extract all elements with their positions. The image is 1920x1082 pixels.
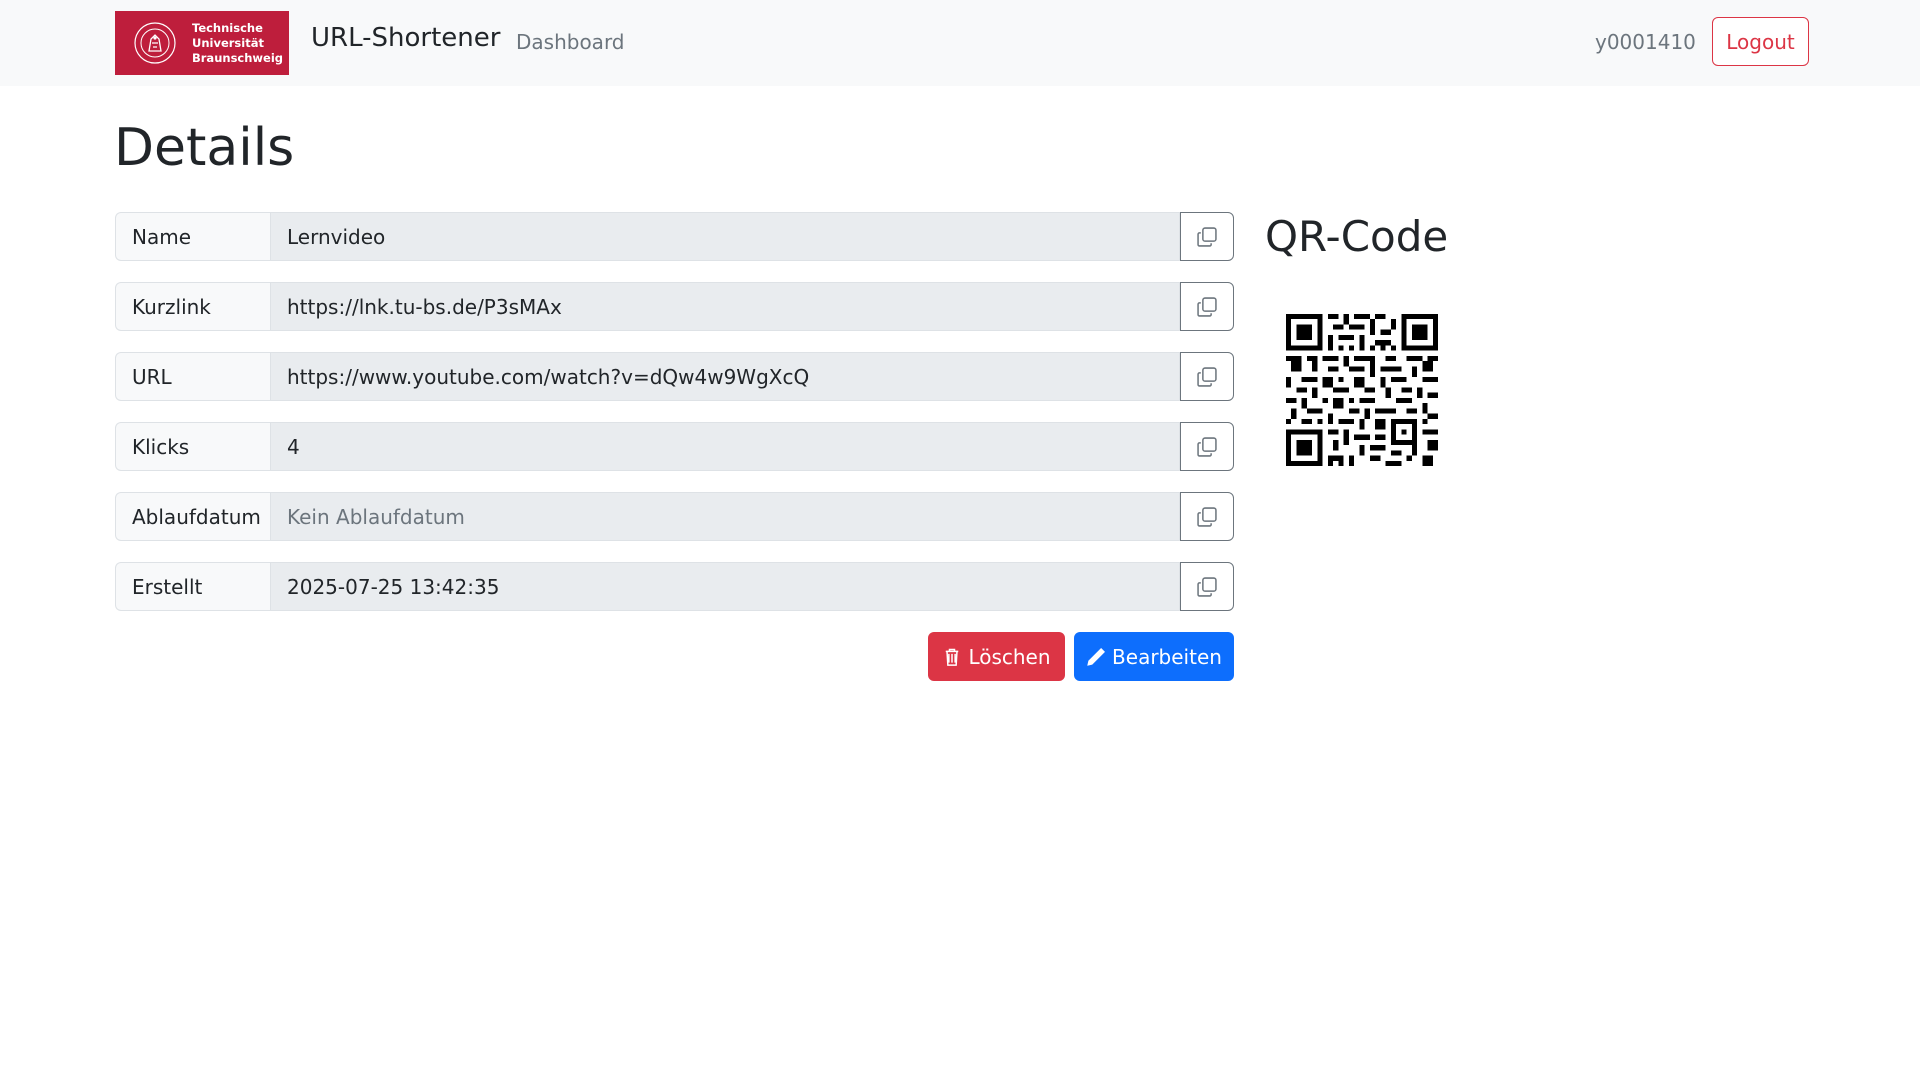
detail-row-ablaufdatum: Ablaufdatum Kein Ablaufdatum — [115, 492, 1234, 541]
logo-line-2: Universität — [192, 36, 264, 50]
row-value[interactable]: Lernvideo — [270, 212, 1180, 261]
detail-row-erstellt: Erstellt 2025-07-25 13:42:35 — [115, 562, 1234, 611]
nav-link-dashboard[interactable]: Dashboard — [516, 30, 625, 54]
brand-title[interactable]: URL-Shortener — [311, 23, 500, 53]
detail-row-klicks: Klicks 4 — [115, 422, 1234, 471]
copy-icon — [1197, 226, 1217, 247]
row-label: Ablaufdatum — [115, 492, 270, 541]
delete-button[interactable]: Löschen — [928, 632, 1065, 681]
row-value[interactable]: https://lnk.tu-bs.de/P3sMAx — [270, 282, 1180, 331]
detail-row-url: URL https://www.youtube.com/watch?v=dQw4… — [115, 352, 1234, 401]
detail-row-name: Name Lernvideo — [115, 212, 1234, 261]
qr-title: QR-Code — [1265, 212, 1449, 261]
copy-button[interactable] — [1180, 212, 1234, 261]
copy-button[interactable] — [1180, 352, 1234, 401]
qr-code-image — [1286, 314, 1438, 466]
row-label: Klicks — [115, 422, 270, 471]
copy-icon — [1197, 366, 1217, 387]
row-label: URL — [115, 352, 270, 401]
logo-line-3: Braunschweig — [192, 51, 284, 65]
logo-line-1: Technische — [192, 21, 263, 35]
copy-icon — [1197, 506, 1217, 527]
delete-label: Löschen — [968, 644, 1051, 669]
copy-icon — [1197, 436, 1217, 457]
edit-label: Bearbeiten — [1112, 644, 1222, 669]
copy-button[interactable] — [1180, 562, 1234, 611]
logout-button[interactable]: Logout — [1712, 17, 1809, 66]
row-label: Erstellt — [115, 562, 270, 611]
copy-button[interactable] — [1180, 492, 1234, 541]
row-value[interactable]: https://www.youtube.com/watch?v=dQw4w9Wg… — [270, 352, 1180, 401]
university-logo[interactable]: Technische Universität Braunschweig — [115, 11, 289, 75]
pencil-icon — [1087, 647, 1106, 666]
page-title: Details — [114, 118, 295, 178]
copy-icon — [1197, 576, 1217, 597]
edit-button[interactable]: Bearbeiten — [1074, 632, 1234, 681]
copy-button[interactable] — [1180, 282, 1234, 331]
row-value-placeholder[interactable]: Kein Ablaufdatum — [270, 492, 1180, 541]
row-value[interactable]: 2025-07-25 13:42:35 — [270, 562, 1180, 611]
detail-row-kurzlink: Kurzlink https://lnk.tu-bs.de/P3sMAx — [115, 282, 1234, 331]
seal-icon — [134, 22, 176, 64]
copy-icon — [1197, 296, 1217, 317]
row-label: Name — [115, 212, 270, 261]
navbar: Technische Universität Braunschweig URL-… — [0, 0, 1920, 86]
logo-text: Technische Universität Braunschweig — [192, 21, 283, 66]
copy-button[interactable] — [1180, 422, 1234, 471]
row-label: Kurzlink — [115, 282, 270, 331]
trash-icon — [946, 648, 959, 666]
username: y0001410 — [1595, 30, 1696, 54]
row-value[interactable]: 4 — [270, 422, 1180, 471]
